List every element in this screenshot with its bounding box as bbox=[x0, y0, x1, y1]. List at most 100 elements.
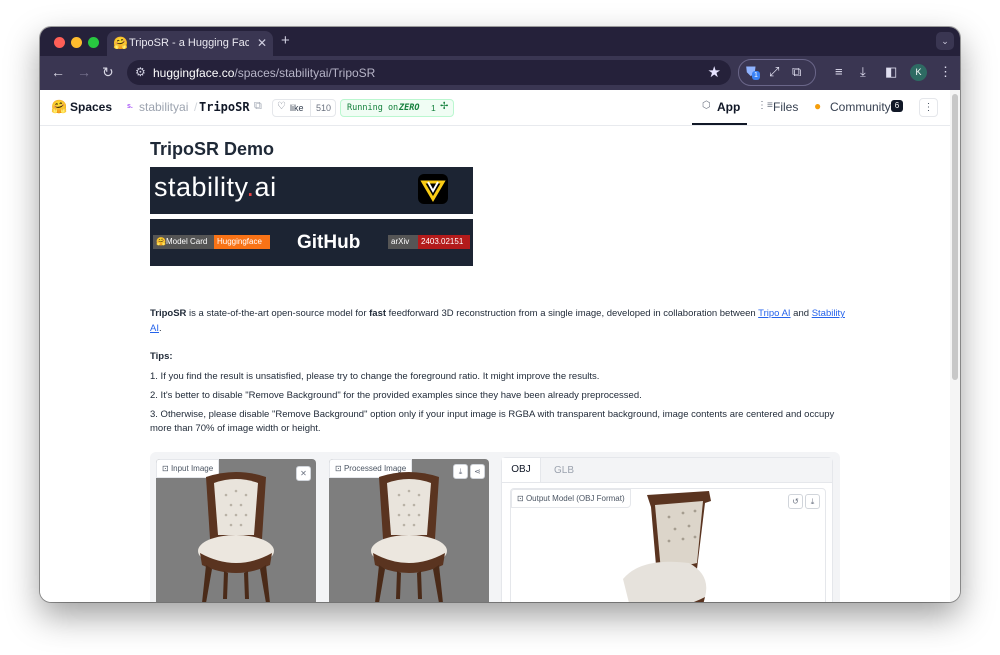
arxiv-value: 2403.02151 bbox=[418, 235, 470, 249]
page-scrollbar[interactable] bbox=[950, 90, 960, 602]
url-host: huggingface.co bbox=[153, 66, 235, 80]
reset-view-icon[interactable]: ↺ bbox=[788, 494, 803, 509]
stability-ai-logo-text: stability.ai bbox=[154, 172, 277, 203]
replica-count: 1 bbox=[431, 103, 436, 113]
stability-ai-link[interactable]: Stability bbox=[812, 308, 845, 319]
github-link[interactable]: GitHub bbox=[297, 232, 360, 254]
bookmark-star-icon[interactable]: ★ bbox=[708, 63, 721, 81]
owner-avatar: s. bbox=[127, 103, 133, 110]
running-status-badge[interactable]: Running on ZERO 1 ✢ bbox=[340, 99, 454, 117]
processed-chair-image bbox=[371, 472, 447, 602]
download-model-icon[interactable]: ⤓ bbox=[805, 494, 820, 509]
huggingface-favicon-icon: 🤗 bbox=[113, 36, 128, 50]
url-path: /spaces/stabilityai/TripoSR bbox=[234, 66, 376, 80]
app-cube-icon: ⬡ bbox=[702, 100, 711, 111]
repo-name-link[interactable]: TripoSR bbox=[199, 100, 250, 114]
profile-avatar[interactable]: K bbox=[910, 64, 927, 81]
ai-word: ai bbox=[254, 172, 277, 202]
active-tab-indicator bbox=[692, 123, 747, 125]
download-icon[interactable]: ⤓ bbox=[860, 64, 866, 80]
page-viewport: 🤗 Spaces s. stabilityai / TripoSR ⧉ ♡ li… bbox=[40, 90, 950, 602]
share-image-icon[interactable]: ⋖ bbox=[470, 464, 485, 479]
output-model-label-text: Output Model (OBJ Format) bbox=[525, 494, 625, 503]
stability-ai-banner[interactable]: stability.ai bbox=[150, 167, 473, 214]
owner-link[interactable]: stabilityai bbox=[139, 100, 188, 114]
close-window-button[interactable] bbox=[54, 37, 65, 48]
tab-obj[interactable]: OBJ bbox=[502, 458, 541, 482]
reload-icon[interactable]: ↻ bbox=[102, 64, 114, 80]
tripo-logo-icon bbox=[418, 174, 448, 204]
tab-files[interactable]: Files bbox=[773, 100, 798, 114]
intro-fast: fast bbox=[369, 308, 387, 319]
model-card-value: Huggingface bbox=[214, 235, 270, 249]
tab-community[interactable]: Community bbox=[830, 100, 891, 114]
puzzle-extensions-icon[interactable]: ⧉ bbox=[792, 64, 801, 80]
tab-search-button[interactable]: ⌄ bbox=[936, 32, 954, 50]
browser-tab-active[interactable]: 🤗 TripoSR - a Hugging Face Spa ✕ bbox=[107, 31, 273, 56]
tab-close-icon[interactable]: ✕ bbox=[257, 36, 267, 50]
download-image-icon[interactable]: ⤓ bbox=[453, 464, 468, 479]
intro-end: . bbox=[158, 323, 162, 334]
model-icon: ⊡ bbox=[517, 494, 526, 503]
running-label: Running on bbox=[347, 103, 399, 113]
stability-ai-link-cont[interactable]: AI bbox=[150, 323, 159, 334]
intro-paragraph: TripoSR is a state-of-the-art open-sourc… bbox=[150, 306, 845, 336]
intro-text-1: is a state-of-the-art open-source model … bbox=[186, 308, 370, 319]
hardware-label: ZERO bbox=[399, 103, 420, 113]
spaces-link[interactable]: Spaces bbox=[70, 100, 112, 114]
copy-icon[interactable]: ⧉ bbox=[254, 100, 262, 113]
fullscreen-extension-icon[interactable]: ⤢ bbox=[769, 64, 779, 80]
extension-badge: 1 bbox=[752, 71, 760, 80]
tab-app[interactable]: App bbox=[717, 100, 740, 114]
site-settings-icon[interactable]: ⚙ bbox=[135, 65, 146, 79]
3d-chair-model bbox=[623, 491, 711, 602]
path-separator: / bbox=[194, 100, 198, 114]
model-tabs-bar bbox=[502, 458, 832, 483]
tab-glb[interactable]: GLB bbox=[554, 465, 574, 476]
back-arrow-icon[interactable]: ← bbox=[51, 64, 65, 80]
like-count: 510 bbox=[310, 100, 336, 116]
tab-title: TripoSR - a Hugging Face Spa bbox=[129, 37, 249, 49]
like-button[interactable]: ♡ like 510 bbox=[272, 99, 336, 117]
community-icon: ● bbox=[814, 99, 822, 113]
hf-logo-icon[interactable]: 🤗 bbox=[51, 99, 67, 115]
scrollbar-thumb[interactable] bbox=[952, 94, 958, 380]
tab-strip: 🤗 TripoSR - a Hugging Face Spa ✕ + ⌄ bbox=[40, 27, 960, 56]
maximize-window-button[interactable] bbox=[88, 37, 99, 48]
tips-title: Tips: bbox=[150, 351, 173, 362]
more-options-button[interactable]: ⋮ bbox=[919, 98, 938, 117]
side-panel-icon[interactable]: ◧ bbox=[885, 64, 897, 80]
chrome-menu-icon[interactable]: ⋮ bbox=[939, 64, 952, 80]
tripo-ai-link[interactable]: Tripo AI bbox=[758, 308, 790, 319]
model-viewer[interactable]: ⊡ Output Model (OBJ Format) ↺ ⤓ bbox=[510, 488, 826, 602]
hf-space-header: 🤗 Spaces s. stabilityai / TripoSR ⧉ ♡ li… bbox=[40, 90, 950, 126]
intro-bold: TripoSR bbox=[150, 308, 187, 319]
tip-3: 3. Otherwise, please disable "Remove Bac… bbox=[150, 409, 835, 420]
intro-text-2: feedforward 3D reconstruction from a sin… bbox=[386, 308, 759, 319]
minimize-window-button[interactable] bbox=[71, 37, 82, 48]
replica-icon: ✢ bbox=[440, 101, 449, 112]
intro-and: and bbox=[790, 308, 812, 319]
forward-arrow-icon[interactable]: → bbox=[77, 64, 91, 80]
address-bar[interactable]: ⚙ huggingface.co/spaces/stabilityai/Trip… bbox=[127, 60, 731, 85]
tip-2: 2. It's better to disable "Remove Backgr… bbox=[150, 390, 642, 401]
output-model-panel: OBJ GLB ⊡ Output Model (OBJ Format) ↺ ⤓ bbox=[501, 457, 833, 602]
tip-1: 1. If you find the result is unsatisfied… bbox=[150, 371, 600, 382]
files-icon: ⋮≡ bbox=[757, 100, 773, 111]
stability-word: stability bbox=[154, 172, 247, 202]
browser-toolbar: ← → ↻ ⚙ huggingface.co/spaces/stabilitya… bbox=[40, 56, 960, 90]
links-banner: 🤗Model Card Huggingface GitHub arXiv 240… bbox=[150, 219, 473, 266]
new-tab-button[interactable]: + bbox=[281, 33, 290, 49]
arxiv-label: arXiv bbox=[388, 235, 418, 249]
chair-image bbox=[198, 472, 274, 602]
model-card-label: 🤗Model Card bbox=[153, 235, 214, 249]
reading-list-icon[interactable]: ≡ bbox=[835, 64, 843, 80]
url-text[interactable]: huggingface.co/spaces/stabilityai/TripoS… bbox=[153, 66, 375, 80]
processed-image-box: ⊡ Processed Image ⤓ ⋖ bbox=[329, 459, 489, 602]
image-icon: ⊡ bbox=[335, 464, 344, 473]
heart-icon: ♡ bbox=[277, 101, 286, 112]
input-image-box[interactable]: ⊡ Input Image ✕ bbox=[156, 459, 316, 602]
clear-image-icon[interactable]: ✕ bbox=[296, 466, 311, 481]
page-title: TripoSR Demo bbox=[150, 139, 275, 159]
stability-dot: . bbox=[246, 172, 255, 202]
